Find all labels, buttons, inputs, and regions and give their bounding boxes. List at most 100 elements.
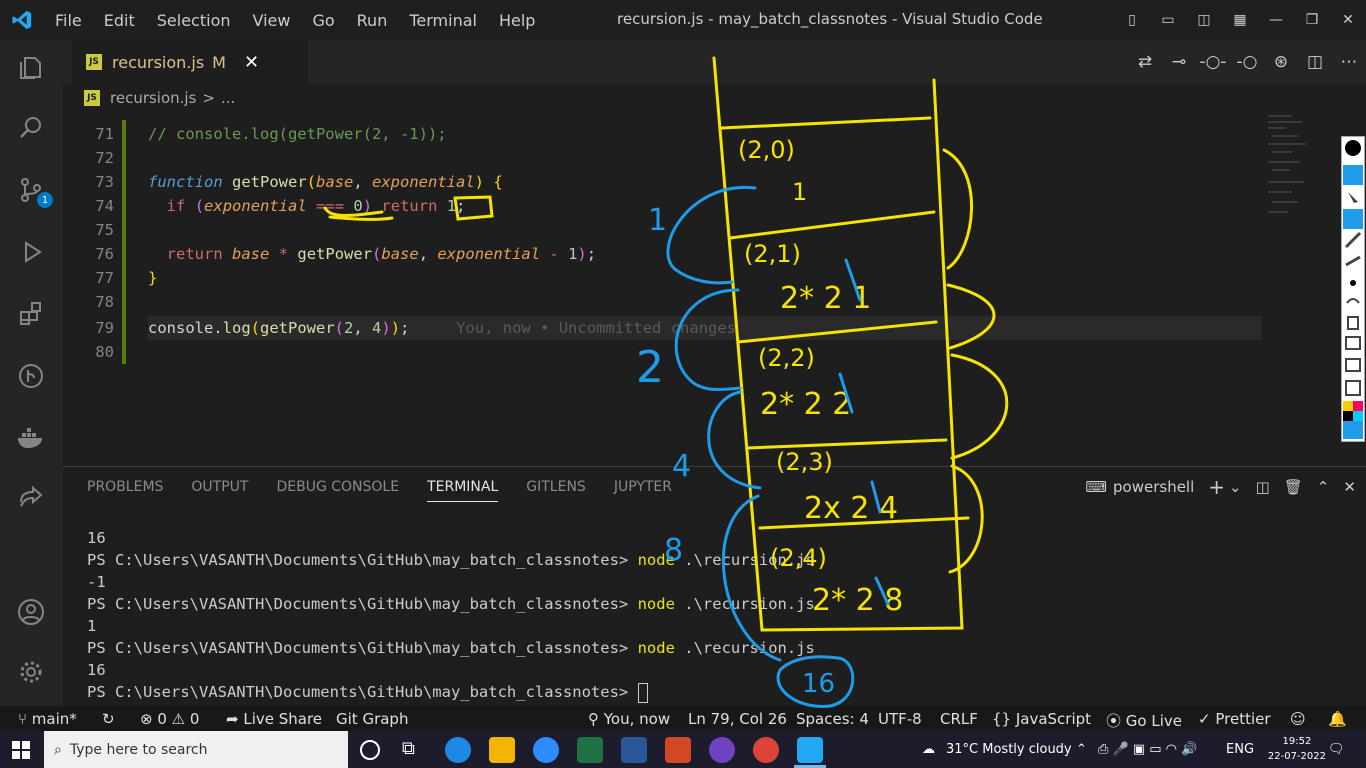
search-placeholder: Type here to search (69, 741, 208, 758)
tray-icons[interactable]: ⎙ 🎤 ▣ ▭ ◠ 🔊 (1098, 742, 1197, 757)
encoding[interactable]: UTF-8 (878, 710, 922, 728)
compare-changes-icon[interactable]: ⇄ (1128, 52, 1162, 72)
minimize-icon[interactable]: — (1258, 12, 1294, 28)
edge-icon[interactable] (445, 737, 471, 763)
code-line: 77 } (62, 266, 157, 290)
go-live-button[interactable]: ⦿ Go Live (1106, 710, 1182, 731)
problems-indicator[interactable]: ⊗ 0 ⚠ 0 (140, 710, 199, 728)
minimap[interactable] (1262, 112, 1322, 232)
tab-jupyter[interactable]: JUPYTER (614, 479, 672, 502)
customize-layout-icon[interactable]: ▦ (1222, 12, 1258, 28)
code-text: return base * getPower(base, exponential… (166, 245, 597, 263)
menu-help[interactable]: Help (488, 11, 546, 30)
toggle-panel-icon[interactable]: ▭ (1150, 12, 1186, 28)
github-desktop-icon[interactable] (709, 737, 735, 763)
weather-icon[interactable]: ☁ (922, 742, 935, 757)
menu-terminal[interactable]: Terminal (398, 11, 488, 30)
windows-start-icon[interactable] (12, 741, 30, 763)
menu-view[interactable]: View (242, 11, 302, 30)
editor-actions: ⇄ ⊸ -○- -○ ⊛ ◫ ⋯ (1128, 40, 1366, 84)
toggle-sidebar-icon[interactable]: ▯ (1114, 12, 1150, 28)
notifications-bell-icon[interactable]: 🔔 (1328, 710, 1347, 728)
commit-icon[interactable]: -○- (1196, 52, 1230, 72)
code-editor[interactable]: 71 // console.log(getPower(2, -1)); 72 7… (62, 112, 1342, 464)
breadcrumb-file[interactable]: recursion.js (110, 89, 196, 107)
close-tab-icon[interactable]: ✕ (244, 52, 259, 73)
tab-gitlens[interactable]: GITLENS (526, 479, 586, 502)
account-icon[interactable] (13, 594, 49, 630)
editor-tab-bar: JS recursion.js M ✕ ⇄ ⊸ -○- -○ ⊛ ◫ ⋯ (62, 40, 1366, 84)
tab-debug-console[interactable]: DEBUG CONSOLE (276, 479, 399, 502)
tray-expand-icon[interactable]: ⌃ (1076, 742, 1087, 757)
shell-label[interactable]: powershell (1113, 478, 1194, 496)
more-actions-icon[interactable]: ⋯ (1332, 52, 1366, 72)
tab-terminal[interactable]: TERMINAL (427, 479, 499, 502)
gitlens-icon[interactable] (13, 358, 49, 394)
sync-icon[interactable]: ↻ (102, 710, 115, 728)
explorer-icon[interactable] (13, 50, 49, 86)
toggle-secondary-icon[interactable]: ◫ (1186, 12, 1222, 28)
line-ending[interactable]: CRLF (940, 710, 978, 728)
taskbar-clock[interactable]: 19:52 22-07-2022 (1268, 734, 1326, 764)
menu-edit[interactable]: Edit (93, 11, 146, 30)
maximize-panel-icon[interactable]: ⌃ (1317, 478, 1330, 496)
git-graph-button[interactable]: Git Graph (336, 710, 408, 728)
restore-icon[interactable]: ❐ (1294, 12, 1330, 28)
source-control-icon[interactable]: 1 (13, 172, 53, 208)
run-debug-icon[interactable] (13, 234, 49, 270)
indentation[interactable]: Spaces: 4 (796, 710, 869, 728)
window-title: recursion.js - may_batch_classnotes - Vi… (617, 10, 1043, 28)
menu-selection[interactable]: Selection (146, 11, 242, 30)
breadcrumb-symbol[interactable]: ... (221, 89, 235, 107)
previous-revision-icon[interactable]: ⊸ (1162, 52, 1196, 72)
input-language[interactable]: ENG (1226, 742, 1254, 757)
tab-recursion-js[interactable]: JS recursion.js M ✕ (72, 40, 308, 84)
next-revision-icon[interactable]: -○ (1230, 52, 1264, 72)
split-terminal-icon[interactable]: ◫ (1256, 478, 1270, 496)
feedback-icon[interactable]: ☺ (1290, 710, 1306, 728)
chrome-icon[interactable] (753, 737, 779, 763)
live-share-icon[interactable] (13, 480, 49, 516)
tab-problems[interactable]: PROBLEMS (87, 479, 163, 502)
menu-file[interactable]: File (44, 11, 93, 30)
line-number: 72 (95, 149, 114, 167)
branch-indicator[interactable]: ⑂ main* (18, 710, 77, 728)
line-number: 80 (95, 343, 114, 361)
settings-gear-icon[interactable] (13, 654, 49, 690)
tab-output[interactable]: OUTPUT (191, 479, 248, 502)
taskbar-search-box[interactable]: ⌕ Type here to search (44, 731, 348, 768)
file-explorer-icon[interactable] (489, 737, 515, 763)
split-editor-icon[interactable]: ◫ (1298, 52, 1332, 72)
close-panel-icon[interactable]: ✕ (1343, 478, 1356, 496)
close-window-icon[interactable]: ✕ (1330, 12, 1366, 28)
zoom-icon[interactable] (533, 737, 559, 763)
cortana-icon[interactable] (360, 740, 380, 760)
extensions-icon[interactable] (13, 296, 49, 332)
clock-date: 22-07-2022 (1267, 751, 1326, 762)
action-center-icon[interactable]: 🗨 (1328, 742, 1345, 757)
terminal-prompt: PS C:\Users\VASANTH\Documents\GitHub\may… (87, 683, 638, 701)
task-view-icon[interactable]: ⧉ (402, 738, 428, 764)
annotation-toolbar (1341, 136, 1365, 442)
line-number: 73 (95, 173, 114, 191)
language-mode[interactable]: {} JavaScript (992, 710, 1091, 728)
chevron-down-icon[interactable]: ⌄ (1229, 478, 1242, 496)
windows-taskbar: ⌕ Type here to search ⧉ ☁ 31°C Mostly cl… (0, 731, 1366, 768)
excel-icon[interactable] (577, 737, 603, 763)
trash-icon[interactable]: 🗑 (1284, 478, 1303, 496)
terminal-output[interactable]: 16 PS C:\Users\VASANTH\Documents\GitHub\m… (87, 527, 815, 703)
gitlens-inspect-icon[interactable]: ⊛ (1264, 52, 1298, 72)
menu-run[interactable]: Run (346, 11, 399, 30)
cursor-position[interactable]: Ln 79, Col 26 (688, 710, 787, 728)
vscode-taskbar-icon[interactable] (797, 737, 823, 763)
powerpoint-icon[interactable] (665, 737, 691, 763)
menu-go[interactable]: Go (301, 11, 345, 30)
new-terminal-icon[interactable]: + (1208, 475, 1225, 499)
docker-icon[interactable] (13, 420, 49, 456)
live-share-button[interactable]: ➦ Live Share (226, 710, 322, 728)
search-icon[interactable] (13, 110, 49, 146)
git-blame-status[interactable]: ⚲ You, now (588, 710, 670, 728)
word-icon[interactable] (621, 737, 647, 763)
prettier-button[interactable]: ✓ Prettier (1198, 710, 1271, 728)
weather-label[interactable]: 31°C Mostly cloudy (946, 742, 1072, 757)
